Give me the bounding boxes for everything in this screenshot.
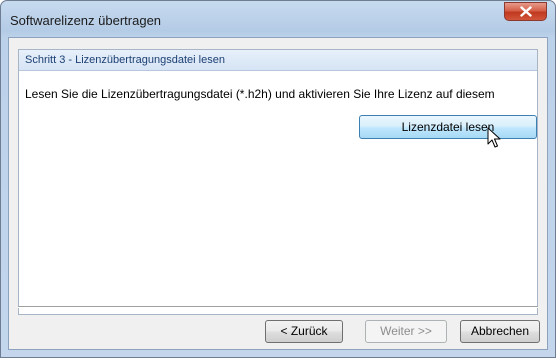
back-button[interactable]: < Zurück — [265, 320, 343, 343]
read-license-file-button[interactable]: Lizenzdatei lesen — [359, 115, 537, 139]
dialog-window: Softwarelizenz übertragen Schritt 3 - Li… — [0, 0, 556, 358]
step-description: Lesen Sie die Lizenzübertragungsdatei (*… — [25, 87, 495, 101]
window-title: Softwarelizenz übertragen — [10, 13, 162, 28]
title-bar[interactable]: Softwarelizenz übertragen — [1, 1, 555, 37]
step-header-label: Schritt 3 - Lizenzübertragungsdatei lese… — [25, 54, 225, 66]
footer-separator — [18, 306, 538, 308]
close-button[interactable] — [504, 2, 547, 21]
cancel-button[interactable]: Abbrechen — [460, 320, 540, 343]
close-icon — [519, 6, 532, 17]
next-button[interactable]: Weiter >> — [365, 320, 447, 343]
dialog-body: Schritt 3 - Lizenzübertragungsdatei lese… — [8, 37, 548, 350]
mouse-pointer-icon — [487, 127, 501, 148]
step-panel: Schritt 3 - Lizenzübertragungsdatei lese… — [18, 49, 538, 315]
step-header: Schritt 3 - Lizenzübertragungsdatei lese… — [19, 50, 537, 71]
